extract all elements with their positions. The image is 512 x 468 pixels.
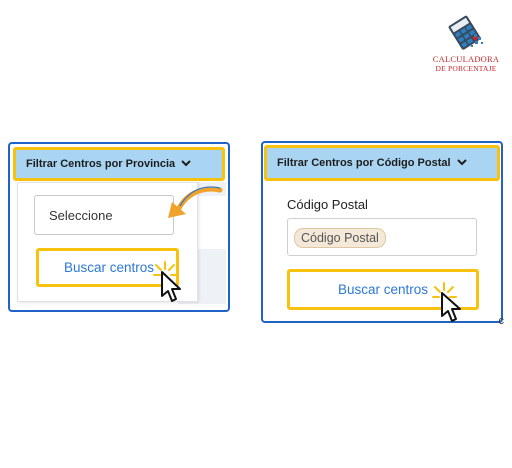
- truncated-text: c: [498, 315, 505, 327]
- postal-code-input[interactable]: Código Postal: [287, 218, 477, 256]
- logo-text-line2: DE PORCENTAJE: [435, 64, 497, 73]
- postal-code-label: Código Postal: [287, 197, 368, 212]
- curved-arrow-icon: [168, 186, 223, 218]
- search-centers-label: Buscar centros: [338, 282, 429, 297]
- search-centers-label: Buscar centros: [64, 260, 155, 275]
- filter-province-label: Filtrar Centros por Provincia: [26, 158, 176, 170]
- province-filter-panel: Filtrar Centros por Provincia Seleccione…: [8, 142, 230, 312]
- brand-logo: CALCULADORA DE PORCENTAJE: [430, 14, 502, 76]
- pointer-cursor-icon: [441, 292, 461, 322]
- chevron-down-icon: [456, 157, 467, 169]
- province-select[interactable]: Seleccione: [34, 195, 174, 235]
- postal-code-filter-panel: Filtrar Centros por Código Postal Código…: [261, 141, 504, 327]
- province-select-value: Seleccione: [49, 207, 113, 223]
- postal-code-placeholder: Código Postal: [294, 228, 386, 248]
- calculator-grid-icon: [448, 15, 483, 50]
- pointer-cursor-icon: [161, 271, 181, 302]
- filter-postal-code-label: Filtrar Centros por Código Postal: [277, 157, 451, 169]
- logo-text-line1: CALCULADORA: [432, 54, 500, 64]
- chevron-down-icon: [181, 158, 191, 170]
- filter-province-button[interactable]: Filtrar Centros por Provincia: [13, 147, 225, 181]
- filter-postal-code-button[interactable]: Filtrar Centros por Código Postal: [264, 145, 500, 181]
